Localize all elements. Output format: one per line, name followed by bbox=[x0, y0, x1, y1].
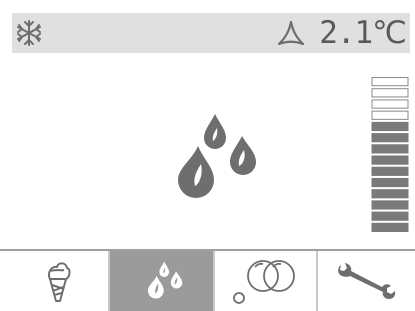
ice-cream-cone-icon bbox=[47, 262, 71, 302]
level-segment-filled bbox=[371, 121, 409, 132]
temperature-readout: 2.1℃ bbox=[319, 15, 407, 51]
level-indicator bbox=[371, 77, 409, 232]
wrench-icon bbox=[338, 263, 396, 299]
tab-ice-cream[interactable] bbox=[5, 251, 109, 311]
level-segment-filled bbox=[371, 200, 409, 210]
level-segment-empty bbox=[371, 99, 409, 109]
level-segment-filled bbox=[371, 177, 409, 188]
water-drops-icon bbox=[178, 114, 256, 198]
level-segment-filled bbox=[371, 144, 409, 154]
status-bar: 2.1℃ bbox=[12, 13, 410, 53]
bubbles-icon bbox=[233, 260, 295, 304]
level-segment-filled bbox=[371, 189, 409, 199]
level-segment-filled bbox=[371, 133, 409, 143]
level-segment-filled bbox=[371, 166, 409, 176]
snowflake-icon bbox=[17, 20, 41, 46]
tab-settings[interactable] bbox=[318, 251, 415, 311]
level-segment-empty bbox=[371, 110, 409, 120]
level-segment-filled bbox=[371, 222, 409, 232]
program-triangle-icon bbox=[277, 20, 305, 46]
level-segment-filled bbox=[371, 211, 409, 221]
tab-drops[interactable] bbox=[110, 251, 214, 311]
tab-bubbles[interactable] bbox=[215, 251, 319, 311]
water-drops-icon bbox=[147, 261, 183, 299]
level-segment-empty bbox=[371, 77, 409, 87]
level-segment-empty bbox=[371, 88, 409, 98]
level-segment-filled bbox=[371, 155, 409, 165]
